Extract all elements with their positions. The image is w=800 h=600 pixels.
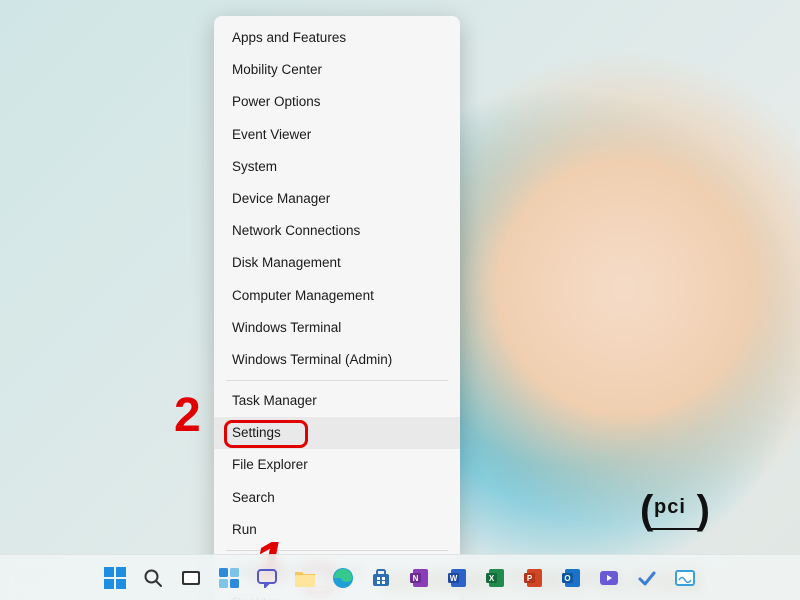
clipchamp-button[interactable]	[596, 565, 622, 591]
edge-icon	[332, 567, 354, 589]
outlook-button[interactable]: O	[558, 565, 584, 591]
powerpoint-icon: P	[523, 568, 543, 588]
edge-button[interactable]	[330, 565, 356, 591]
chat-icon	[257, 568, 277, 588]
onenote-button[interactable]: N	[406, 565, 432, 591]
taskbar: N W X P	[0, 554, 800, 600]
menu-separator	[226, 380, 448, 381]
svg-text:O: O	[564, 574, 570, 583]
menu-item-mobility-center[interactable]: Mobility Center	[214, 54, 460, 86]
quick-link-menu: Apps and Features Mobility Center Power …	[214, 16, 460, 600]
menu-item-windows-terminal-admin[interactable]: Windows Terminal (Admin)	[214, 344, 460, 376]
menu-item-computer-management[interactable]: Computer Management	[214, 280, 460, 312]
start-button[interactable]	[102, 565, 128, 591]
svg-text:P: P	[527, 574, 533, 583]
todo-icon	[637, 568, 657, 588]
menu-item-windows-terminal[interactable]: Windows Terminal	[214, 312, 460, 344]
annotation-number-2: 2	[174, 388, 201, 443]
word-icon: W	[447, 568, 467, 588]
whiteboard-button[interactable]	[672, 565, 698, 591]
search-button[interactable]	[140, 565, 166, 591]
svg-text:X: X	[489, 574, 495, 583]
whiteboard-icon	[675, 568, 695, 588]
menu-item-file-explorer[interactable]: File Explorer	[214, 449, 460, 481]
outlook-icon: O	[561, 568, 581, 588]
powerpoint-button[interactable]: P	[520, 565, 546, 591]
menu-item-search[interactable]: Search	[214, 482, 460, 514]
menu-item-event-viewer[interactable]: Event Viewer	[214, 119, 460, 151]
word-button[interactable]: W	[444, 565, 470, 591]
search-icon	[143, 568, 163, 588]
pci-logo: ( pci )	[640, 494, 710, 544]
onenote-icon: N	[409, 568, 429, 588]
windows-icon	[104, 567, 126, 589]
menu-item-system[interactable]: System	[214, 151, 460, 183]
menu-item-network-connections[interactable]: Network Connections	[214, 215, 460, 247]
menu-item-disk-management[interactable]: Disk Management	[214, 247, 460, 279]
menu-item-apps-features[interactable]: Apps and Features	[214, 22, 460, 54]
widgets-button[interactable]	[216, 565, 242, 591]
svg-text:W: W	[450, 574, 458, 583]
excel-button[interactable]: X	[482, 565, 508, 591]
store-icon	[371, 568, 391, 588]
task-view-button[interactable]	[178, 565, 204, 591]
chat-button[interactable]	[254, 565, 280, 591]
menu-item-settings[interactable]: Settings	[214, 417, 460, 449]
desktop: Apps and Features Mobility Center Power …	[0, 0, 800, 600]
file-explorer-button[interactable]	[292, 565, 318, 591]
menu-item-power-options[interactable]: Power Options	[214, 86, 460, 118]
excel-icon: X	[485, 568, 505, 588]
widgets-icon	[218, 567, 240, 589]
menu-item-run[interactable]: Run	[214, 514, 460, 546]
folder-icon	[294, 568, 316, 588]
menu-item-task-manager[interactable]: Task Manager	[214, 385, 460, 417]
clipchamp-icon	[599, 568, 619, 588]
store-button[interactable]	[368, 565, 394, 591]
svg-text:N: N	[413, 574, 419, 583]
menu-item-device-manager[interactable]: Device Manager	[214, 183, 460, 215]
task-view-icon	[181, 568, 201, 588]
todo-button[interactable]	[634, 565, 660, 591]
